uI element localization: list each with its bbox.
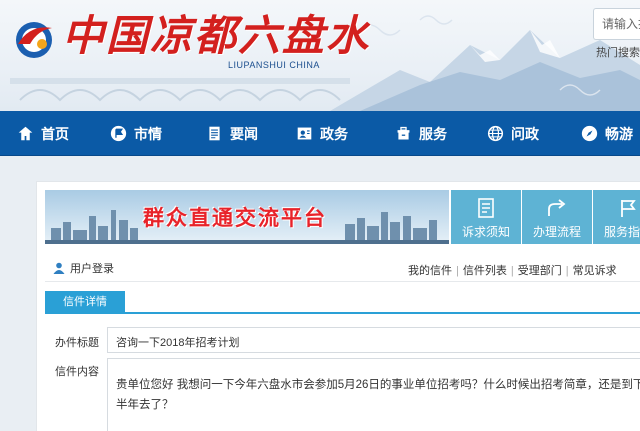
user-bar: 用户登录 我的信件 | 信件列表 | 受理部门 | 常见诉求 — [45, 254, 640, 282]
user-links: 我的信件 | 信件列表 | 受理部门 | 常见诉求 — [408, 262, 617, 278]
notice-icon — [478, 198, 494, 218]
quick-button-label: 服务指南 — [603, 225, 640, 239]
nav-item-travel[interactable]: 畅游 — [581, 111, 633, 156]
link-letter-list[interactable]: 信件列表 — [463, 265, 507, 277]
platform-banner: 群众直通交流平台 — [45, 190, 449, 244]
quick-button-label: 诉求须知 — [461, 225, 510, 239]
subject-label: 办件标题 — [55, 337, 99, 349]
document-icon — [209, 126, 220, 141]
nav-label: 问政 — [511, 125, 539, 142]
quick-button-label: 办理流程 — [532, 225, 581, 239]
site-logo[interactable] — [10, 14, 58, 62]
link-separator: | — [565, 265, 569, 277]
link-departments[interactable]: 受理部门 — [518, 265, 562, 277]
nav-label: 要闻 — [230, 125, 258, 142]
banner-title: 群众直通交流平台 — [143, 205, 327, 230]
content-label: 信件内容 — [55, 366, 99, 378]
flag-outline-icon — [621, 200, 636, 217]
subject-value: 咨询一下2018年招考计划 — [107, 327, 640, 353]
contact-card-icon — [297, 127, 312, 140]
tab-letter-detail[interactable]: 信件详情 — [45, 291, 125, 314]
share-arrow-icon — [548, 199, 566, 216]
compass-icon — [581, 125, 598, 142]
nav-label: 政务 — [320, 125, 348, 142]
nav-item-services[interactable]: 服务 — [395, 111, 447, 156]
detail-tab-bar: 信件详情 — [45, 291, 640, 314]
user-icon — [53, 262, 65, 274]
nav-label: 服务 — [419, 125, 447, 142]
flag-icon — [110, 125, 127, 142]
quick-button-guide[interactable]: 服务指南 — [593, 190, 640, 244]
quick-button-notice[interactable]: 诉求须知 — [451, 190, 521, 244]
hot-search-label: 热门搜索： — [596, 47, 640, 59]
content-value: 贵单位您好 我想问一下今年六盘水市会参加5月26日的事业单位招考吗？什么时候出招… — [107, 358, 640, 431]
user-login-link[interactable]: 用户登录 — [53, 260, 114, 276]
nav-label: 畅游 — [605, 125, 633, 142]
globe-icon — [487, 125, 504, 142]
nav-item-inquiry[interactable]: 问政 — [487, 111, 539, 156]
link-separator: | — [510, 265, 514, 277]
main-nav: 首页 市情 要闻 政务 服务 问政 畅游 — [0, 111, 640, 156]
link-separator: | — [456, 265, 459, 277]
search-input[interactable] — [593, 8, 640, 40]
nav-item-city-info[interactable]: 市情 — [110, 111, 162, 156]
user-login-label: 用户登录 — [70, 263, 114, 275]
quick-button-process[interactable]: 办理流程 — [522, 190, 592, 244]
home-icon — [18, 126, 33, 141]
site-header: 中国凉都六盘水 LIUPANSHUI CHINA 热门搜索： — [0, 0, 640, 111]
nav-item-government[interactable]: 政务 — [296, 111, 348, 156]
site-subtitle: LIUPANSHUI CHINA — [228, 60, 320, 70]
nav-item-news[interactable]: 要闻 — [206, 111, 258, 156]
site-title: 中国凉都六盘水 — [62, 11, 371, 60]
link-my-letters[interactable]: 我的信件 — [408, 265, 452, 277]
nav-label: 首页 — [41, 125, 69, 142]
link-common-requests[interactable]: 常见诉求 — [573, 265, 617, 277]
content-panel: 群众直通交流平台 诉求须知 办理流程 服务指南 用户登录 我的信件|信件列表|受… — [36, 181, 640, 431]
service-icon — [397, 126, 410, 140]
nav-item-home[interactable]: 首页 — [17, 111, 69, 156]
nav-label: 市情 — [134, 125, 162, 142]
